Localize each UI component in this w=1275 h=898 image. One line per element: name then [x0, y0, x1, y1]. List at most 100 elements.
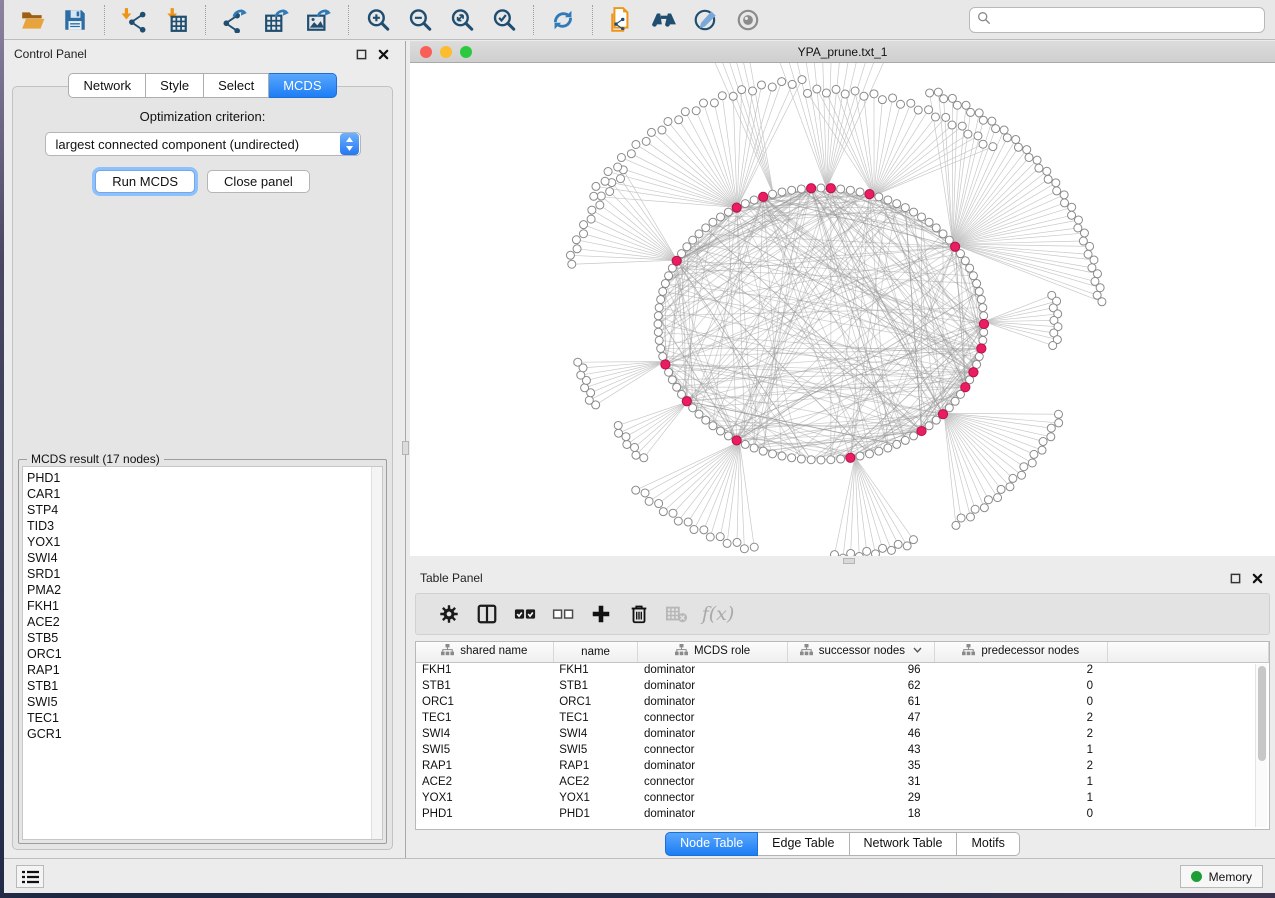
leaf-node[interactable] — [757, 81, 765, 89]
leaf-node[interactable] — [974, 132, 982, 140]
network-node[interactable] — [657, 295, 665, 303]
leaf-node[interactable] — [894, 540, 902, 548]
scrollbar-thumb[interactable] — [1258, 666, 1266, 761]
leaf-node[interactable] — [681, 108, 689, 116]
search-input[interactable] — [996, 13, 1257, 27]
leaf-node[interactable] — [957, 514, 965, 522]
tab-network[interactable]: Network — [68, 73, 146, 98]
table-cell[interactable]: dominator — [638, 678, 787, 694]
network-node[interactable] — [980, 328, 988, 336]
leaf-node[interactable] — [1014, 143, 1022, 151]
save-session-icon[interactable] — [57, 4, 93, 36]
table-row[interactable]: SWI4SWI4dominator462 — [416, 726, 1269, 742]
leaf-node[interactable] — [934, 88, 942, 96]
leaf-node[interactable] — [1044, 175, 1052, 183]
splitter-grip[interactable] — [843, 558, 855, 564]
network-node[interactable] — [856, 188, 864, 196]
refresh-layout-icon[interactable] — [545, 4, 581, 36]
table-cell[interactable]: connector — [638, 774, 787, 790]
network-node[interactable] — [975, 287, 983, 295]
network-node[interactable] — [668, 376, 676, 384]
leaf-node[interactable] — [889, 94, 897, 102]
table-row[interactable]: YOX1YOX1connector291 — [416, 790, 1269, 806]
network-node[interactable] — [975, 353, 983, 361]
network-node[interactable] — [910, 208, 918, 216]
mcds-result-item[interactable]: TEC1 — [27, 710, 382, 726]
leaf-node[interactable] — [1025, 153, 1033, 161]
leaf-node[interactable] — [1000, 126, 1008, 134]
tab-edge-table[interactable]: Edge Table — [758, 832, 849, 856]
table-cell[interactable]: YOX1 — [416, 790, 553, 806]
network-node[interactable] — [657, 345, 665, 353]
table-cell[interactable]: 29 — [787, 790, 934, 806]
leaf-node[interactable] — [631, 443, 639, 451]
table-cell[interactable] — [1107, 678, 1268, 694]
network-node[interactable] — [716, 213, 724, 221]
table-cell[interactable] — [1107, 758, 1268, 774]
horizontal-splitter[interactable] — [410, 556, 1275, 565]
network-node[interactable] — [659, 353, 667, 361]
network-node[interactable] — [979, 304, 987, 312]
leaf-node[interactable] — [592, 182, 600, 190]
leaf-node[interactable] — [750, 543, 758, 551]
network-node[interactable] — [932, 224, 940, 232]
network-node[interactable] — [778, 188, 786, 196]
table-cell[interactable]: ACE2 — [416, 774, 553, 790]
table-cell[interactable]: dominator — [638, 726, 787, 742]
table-cell[interactable]: connector — [638, 790, 787, 806]
network-node[interactable] — [661, 280, 669, 288]
leaf-node[interactable] — [1060, 191, 1068, 199]
leaf-node[interactable] — [841, 90, 849, 98]
leaf-node[interactable] — [966, 513, 974, 521]
leaf-node[interactable] — [1098, 298, 1106, 306]
table-cell[interactable]: 31 — [787, 774, 934, 790]
table-cell[interactable]: connector — [638, 710, 787, 726]
leaf-node[interactable] — [887, 546, 895, 554]
network-node[interactable] — [797, 185, 805, 193]
mcds-result-item[interactable]: SRD1 — [27, 566, 382, 582]
leaf-node[interactable] — [601, 177, 609, 185]
leaf-node[interactable] — [1020, 463, 1028, 471]
leaf-node[interactable] — [690, 526, 698, 534]
leaf-node[interactable] — [738, 86, 746, 94]
mcds-result-item[interactable]: ACE2 — [27, 614, 382, 630]
table-cell[interactable]: STB1 — [553, 678, 638, 694]
leaf-node[interactable] — [897, 100, 905, 108]
table-cell[interactable]: dominator — [638, 758, 787, 774]
leaf-node[interactable] — [632, 486, 640, 494]
leaf-node[interactable] — [926, 89, 934, 97]
leaf-node[interactable] — [988, 117, 996, 125]
table-cell[interactable]: 96 — [787, 662, 934, 678]
network-file-icon[interactable] — [604, 4, 640, 36]
leaf-node[interactable] — [1061, 199, 1069, 207]
network-node[interactable] — [750, 196, 758, 204]
table-cell[interactable]: TEC1 — [416, 710, 553, 726]
leaf-node[interactable] — [718, 92, 726, 100]
network-node[interactable] — [807, 456, 815, 464]
network-node[interactable] — [778, 452, 786, 460]
table-cell[interactable]: 1 — [935, 790, 1108, 806]
mcds-node[interactable] — [732, 203, 741, 212]
network-node[interactable] — [884, 196, 892, 204]
leaf-node[interactable] — [647, 128, 655, 136]
table-cell[interactable]: dominator — [638, 806, 787, 822]
network-node[interactable] — [925, 422, 933, 430]
network-node[interactable] — [788, 454, 796, 462]
show-graphics-icon[interactable] — [730, 4, 766, 36]
network-node[interactable] — [966, 264, 974, 272]
table-cell[interactable]: STB1 — [416, 678, 553, 694]
columns-icon[interactable] — [471, 598, 503, 630]
network-node[interactable] — [893, 200, 901, 208]
leaf-node[interactable] — [574, 358, 582, 366]
network-node[interactable] — [655, 304, 663, 312]
leaf-node[interactable] — [1023, 146, 1031, 154]
table-cell[interactable]: SWI5 — [416, 742, 553, 758]
mcds-node[interactable] — [977, 344, 986, 353]
leaf-node[interactable] — [642, 137, 650, 145]
close-panel-button[interactable]: Close panel — [207, 170, 310, 193]
column-header-predecessor-nodes[interactable]: predecessor nodes — [935, 642, 1108, 662]
table-row[interactable]: SWI5SWI5connector431 — [416, 742, 1269, 758]
network-node[interactable] — [750, 444, 758, 452]
table-cell[interactable]: SWI4 — [553, 726, 638, 742]
leaf-node[interactable] — [1054, 410, 1062, 418]
